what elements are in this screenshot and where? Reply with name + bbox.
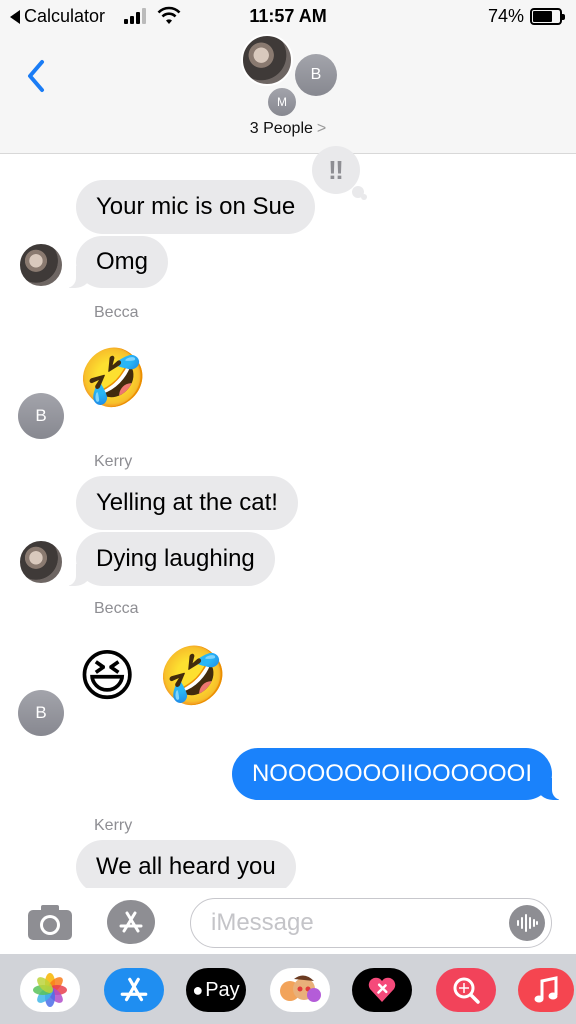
battery-percent: 74% <box>488 6 525 26</box>
imessage-input[interactable]: iMessage <box>190 898 552 948</box>
apple-logo-icon: ● <box>192 979 204 1000</box>
apple-pay-app-icon[interactable]: ● Pay <box>186 968 246 1012</box>
camera-icon[interactable] <box>26 902 74 942</box>
memoji-app-icon[interactable] <box>270 968 330 1012</box>
input-placeholder: iMessage <box>211 909 314 936</box>
people-count-button[interactable]: 3 People > <box>0 120 576 138</box>
back-chevron-icon[interactable] <box>22 56 52 96</box>
avatar-photo[interactable] <box>18 242 64 288</box>
group-avatar-b[interactable]: B <box>295 54 337 96</box>
people-count-label: 3 People <box>249 120 313 137</box>
status-bar: Calculator 11:57 AM 74% <box>0 0 576 34</box>
digital-touch-app-icon[interactable] <box>352 968 412 1012</box>
audio-message-icon[interactable] <box>509 905 545 941</box>
conversation-header: B M 3 People > <box>0 34 576 154</box>
app-store-app-icon[interactable] <box>104 968 164 1012</box>
message-bubble[interactable]: Dying laughing <box>62 532 275 586</box>
battery-icon <box>530 8 565 25</box>
sender-name: Kerry <box>94 817 133 834</box>
chevron-right-icon: > <box>316 120 327 137</box>
search-images-app-icon[interactable] <box>436 968 496 1012</box>
message-bubble[interactable]: Your mic is on Sue <box>76 180 316 234</box>
sender-name: Becca <box>94 304 139 321</box>
emoji-message[interactable]: 🤣 <box>78 344 148 414</box>
pay-label: Pay <box>205 978 240 1001</box>
avatar-photo[interactable] <box>18 539 64 585</box>
app-drawer: ● Pay <box>0 954 576 1024</box>
photos-app-icon[interactable] <box>20 968 80 1012</box>
tapback-exclamation-icon[interactable]: ‼ <box>312 146 367 200</box>
sender-name: Becca <box>94 600 139 617</box>
message-bubble[interactable]: Yelling at the cat! <box>76 476 298 530</box>
emoji-message[interactable]: 😆 <box>78 642 136 712</box>
message-bubble[interactable]: Omg <box>61 236 169 288</box>
outgoing-message-bubble[interactable]: NOOOOOOOIIOOOOOOI <box>231 748 567 800</box>
music-app-icon[interactable] <box>518 968 574 1012</box>
avatar-b[interactable]: B <box>18 393 64 439</box>
avatar-b[interactable]: B <box>18 690 64 736</box>
group-avatar-photo[interactable] <box>241 34 293 86</box>
message-bubble[interactable]: We all heard you <box>76 840 296 894</box>
app-store-icon[interactable] <box>107 900 155 944</box>
sender-name: Kerry <box>94 453 133 470</box>
message-input-bar: iMessage <box>0 888 576 954</box>
group-avatar-m[interactable]: M <box>266 86 298 118</box>
emoji-message[interactable]: 🤣 <box>158 642 228 712</box>
